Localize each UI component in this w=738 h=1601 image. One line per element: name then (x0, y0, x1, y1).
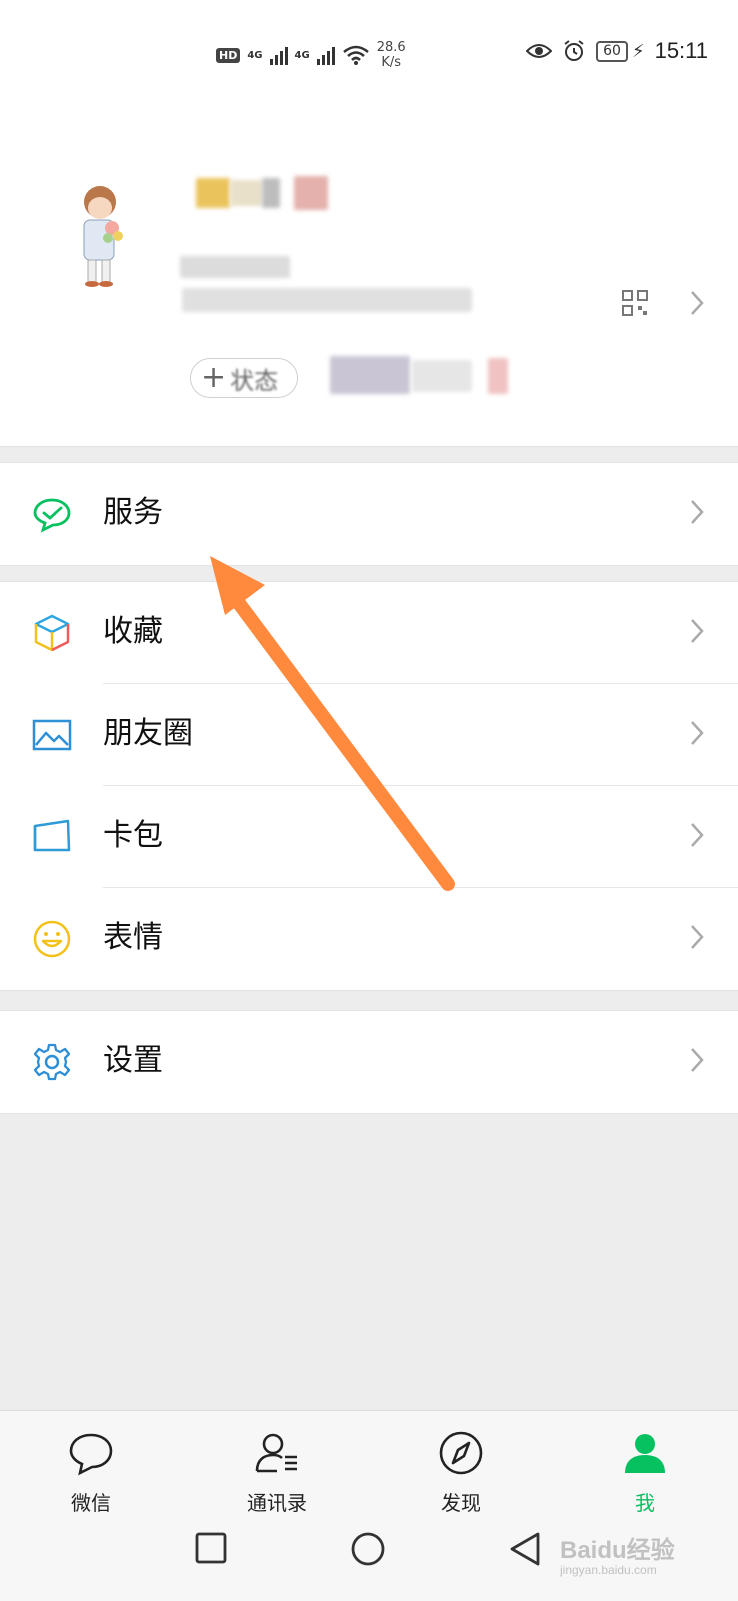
smiley-icon (33, 920, 71, 958)
tab-me-label: 我 (635, 1491, 655, 1515)
settings-label: 设置 (103, 1043, 163, 1078)
moments-label: 朋友圈 (103, 716, 193, 751)
gear-icon (33, 1043, 71, 1081)
person-icon (625, 1434, 665, 1473)
network-speed: 28.6 K/s (377, 40, 406, 70)
chevron-right-icon (691, 823, 704, 847)
features-group: 收藏 朋友圈 卡包 表情 (0, 581, 738, 991)
favorites-label: 收藏 (103, 614, 163, 649)
compass-icon (439, 1431, 483, 1475)
favorites-cube-icon (34, 614, 70, 652)
hd-voice-badge: HD (216, 47, 241, 63)
chat-bubble-icon (69, 1433, 113, 1476)
menu-item-moments[interactable]: 朋友圈 (0, 684, 738, 786)
moments-picture-icon (32, 719, 72, 751)
watermark-brand: Baidu经验 (560, 1537, 675, 1564)
speed-unit: K/s (381, 55, 401, 70)
chevron-right-icon (691, 721, 704, 745)
signal-icon-2 (316, 45, 335, 65)
menu-item-favorites[interactable]: 收藏 (0, 582, 738, 684)
settings-group: 设置 (0, 1010, 738, 1114)
status-bar: HD 4G 4G 28.6 K/s 60 ⚡ 15:11 (0, 0, 738, 110)
menu-item-settings[interactable]: 设置 (0, 1011, 738, 1113)
services-label: 服务 (103, 495, 163, 530)
tab-chats-label: 微信 (71, 1491, 111, 1515)
tab-chats[interactable]: 微信 (36, 1429, 146, 1516)
chevron-right-icon (691, 1048, 704, 1072)
tab-discover-label: 发现 (441, 1491, 481, 1515)
chevron-right-icon (691, 619, 704, 643)
back-button[interactable] (508, 1531, 542, 1567)
speed-value: 28.6 (376, 40, 406, 55)
tab-me[interactable]: 我 (590, 1429, 700, 1516)
services-icon (33, 498, 71, 533)
menu-item-services[interactable]: 服务 (0, 463, 738, 565)
battery-icon: 60 (596, 40, 628, 62)
tab-discover[interactable]: 发现 (406, 1429, 516, 1516)
chevron-right-icon (691, 291, 704, 315)
menu-item-stickers[interactable]: 表情 (0, 888, 738, 990)
cards-label: 卡包 (103, 818, 163, 853)
add-status-button[interactable]: + 状态 (190, 358, 298, 398)
stickers-label: 表情 (103, 920, 163, 955)
tab-contacts[interactable]: 通讯录 (222, 1429, 332, 1516)
recent-apps-button[interactable] (194, 1531, 228, 1565)
wifi-icon (342, 45, 369, 65)
avatar[interactable] (72, 182, 132, 292)
plus-icon: + (201, 360, 227, 395)
network-type-2: 4G (294, 49, 310, 61)
alarm-icon (564, 40, 584, 61)
chevron-right-icon (691, 500, 704, 524)
clock: 15:11 (654, 38, 708, 63)
home-button[interactable] (350, 1531, 386, 1567)
qr-code-icon[interactable] (622, 290, 648, 316)
tab-contacts-label: 通讯录 (247, 1491, 307, 1515)
network-type-1: 4G (247, 49, 263, 61)
contacts-icon (255, 1433, 297, 1473)
watermark: Baidu经验 jingyan.baidu.com (560, 1530, 675, 1577)
profile-header[interactable]: + 状态 (0, 110, 738, 447)
watermark-url: jingyan.baidu.com (560, 1563, 657, 1577)
card-wallet-icon (33, 819, 71, 852)
chevron-right-icon (691, 925, 704, 949)
signal-icon (269, 45, 288, 65)
status-button-label: 状态 (230, 366, 279, 395)
charging-icon: ⚡ (631, 40, 645, 62)
eye-icon (526, 44, 553, 58)
menu-item-cards[interactable]: 卡包 (0, 786, 738, 888)
services-group: 服务 (0, 462, 738, 566)
